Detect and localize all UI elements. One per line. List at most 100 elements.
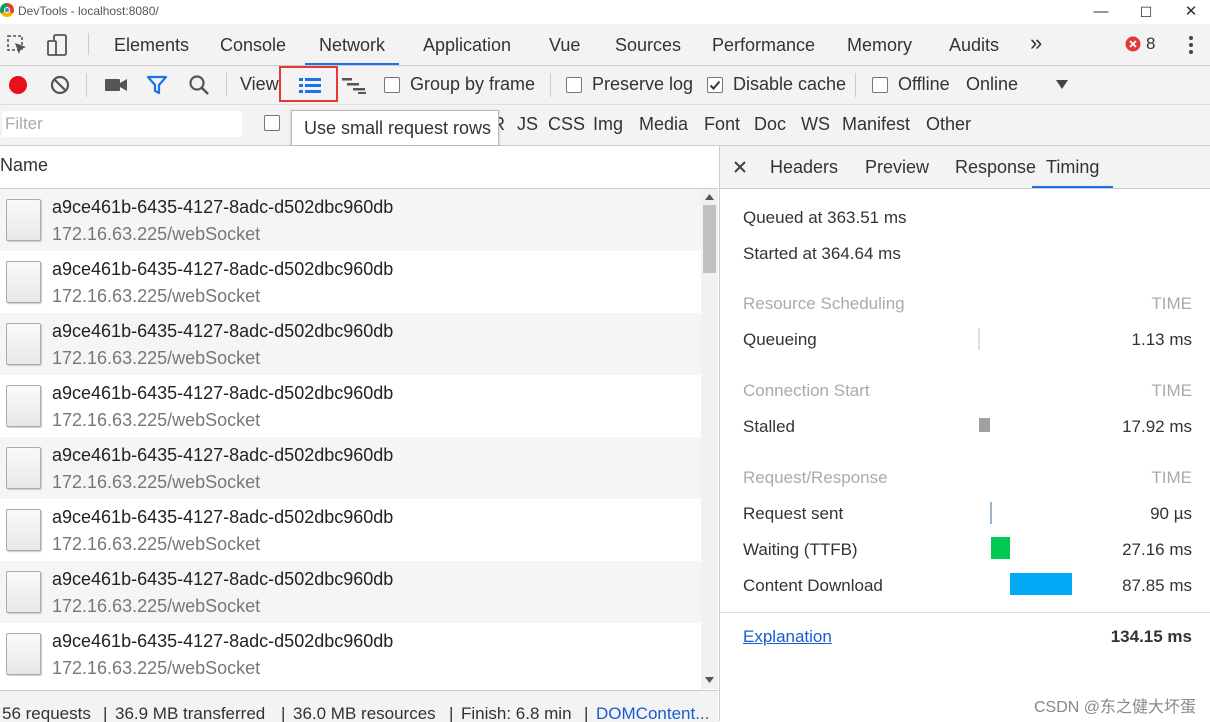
request-path: 172.16.63.225/webSocket: [52, 534, 261, 554]
request-name: a9ce461b-6435-4127-8adc-d502dbc960db: [52, 569, 394, 589]
filter-type-other[interactable]: Other: [926, 114, 971, 135]
scroll-down-arrow-icon[interactable]: [705, 677, 714, 683]
filter-bar: R JS CSS Img Media Font Doc WS Manifest …: [0, 105, 1210, 146]
window-title: DevTools - localhost:8080/: [18, 4, 159, 18]
filter-type-css[interactable]: CSS: [548, 114, 585, 135]
tab-network[interactable]: Network: [305, 24, 400, 65]
filter-input[interactable]: [2, 111, 242, 137]
stalled-label: Stalled: [743, 417, 795, 436]
close-window-button[interactable]: ✕: [1176, 1, 1206, 23]
filter-funnel-icon[interactable]: [146, 75, 168, 95]
divider: [88, 33, 89, 55]
content-download-bar: [1010, 573, 1072, 595]
throttling-select[interactable]: Online: [966, 74, 1018, 95]
filter-type-font[interactable]: Font: [704, 114, 740, 135]
tab-application[interactable]: Application: [423, 24, 511, 65]
request-name: a9ce461b-6435-4127-8adc-d502dbc960db: [52, 383, 394, 403]
device-toolbar-icon[interactable]: [46, 33, 70, 57]
tab-console[interactable]: Console: [220, 24, 286, 65]
status-separator: |: [103, 704, 108, 722]
stalled-bar: [979, 418, 990, 432]
more-tabs-button[interactable]: »: [1030, 24, 1042, 65]
preserve-log-label[interactable]: Preserve log: [592, 74, 693, 95]
tab-elements[interactable]: Elements: [114, 24, 189, 65]
file-icon: [6, 509, 41, 551]
waiting-ttfb-bar: [991, 537, 1010, 559]
group-by-frame-checkbox[interactable]: [384, 77, 400, 93]
tab-performance[interactable]: Performance: [712, 24, 815, 65]
maximize-button[interactable]: ☐: [1131, 1, 1161, 23]
request-row[interactable]: a9ce461b-6435-4127-8adc-d502dbc960db 172…: [0, 313, 701, 375]
scroll-up-arrow-icon[interactable]: [705, 194, 714, 200]
clear-icon[interactable]: [49, 74, 71, 96]
offline-label[interactable]: Offline: [898, 74, 950, 95]
request-path: 172.16.63.225/webSocket: [52, 224, 261, 244]
group-by-frame-label[interactable]: Group by frame: [410, 74, 535, 95]
search-icon[interactable]: [188, 74, 210, 96]
error-icon[interactable]: [1125, 36, 1141, 52]
name-column-header[interactable]: Name: [0, 146, 718, 189]
status-bar: 56 requests | 36.9 MB transferred | 36.0…: [0, 690, 718, 722]
waterfall-overview-icon[interactable]: [341, 75, 367, 95]
filter-type-img[interactable]: Img: [593, 114, 623, 135]
request-name: a9ce461b-6435-4127-8adc-d502dbc960db: [52, 259, 394, 279]
section-request-response: Request/Response: [743, 468, 888, 487]
tab-audits[interactable]: Audits: [949, 24, 999, 65]
request-name: a9ce461b-6435-4127-8adc-d502dbc960db: [52, 321, 394, 341]
tab-vue[interactable]: Vue: [549, 24, 580, 65]
request-row[interactable]: a9ce461b-6435-4127-8adc-d502dbc960db 172…: [0, 623, 701, 685]
filter-type-media[interactable]: Media: [639, 114, 688, 135]
screenshot-camera-icon[interactable]: [104, 76, 128, 94]
content-download-label: Content Download: [743, 576, 883, 595]
request-row[interactable]: a9ce461b-6435-4127-8adc-d502dbc960db 172…: [0, 437, 701, 499]
tab-timing[interactable]: Timing: [1032, 157, 1114, 188]
file-icon: [6, 447, 41, 489]
tab-response[interactable]: Response: [955, 157, 1036, 178]
request-row[interactable]: a9ce461b-6435-4127-8adc-d502dbc960db 172…: [0, 189, 701, 251]
filter-type-js[interactable]: JS: [517, 114, 538, 135]
kebab-menu-icon[interactable]: [1185, 35, 1197, 55]
scrollbar-thumb[interactable]: [703, 205, 716, 273]
filter-type-ws[interactable]: WS: [801, 114, 830, 135]
record-icon[interactable]: [7, 74, 29, 96]
tab-sources[interactable]: Sources: [615, 24, 681, 65]
divider: [720, 612, 1210, 613]
tab-memory[interactable]: Memory: [847, 24, 912, 65]
chrome-logo-icon: [0, 3, 14, 17]
started-at: Started at 364.64 ms: [743, 244, 901, 263]
queueing-bar: [978, 328, 980, 350]
stalled-value: 17.92 ms: [1122, 417, 1192, 436]
request-row[interactable]: a9ce461b-6435-4127-8adc-d502dbc960db 172…: [0, 561, 701, 623]
time-header: TIME: [1151, 294, 1192, 313]
request-row[interactable]: a9ce461b-6435-4127-8adc-d502dbc960db 172…: [0, 251, 701, 313]
tab-headers[interactable]: Headers: [770, 157, 838, 178]
content-download-value: 87.85 ms: [1122, 576, 1192, 595]
request-path: 172.16.63.225/webSocket: [52, 286, 261, 306]
explanation-link[interactable]: Explanation: [743, 627, 832, 647]
section-resource-scheduling: Resource Scheduling: [743, 294, 905, 313]
filter-type-manifest[interactable]: Manifest: [842, 114, 910, 135]
small-request-rows-icon[interactable]: [298, 75, 322, 95]
request-row[interactable]: a9ce461b-6435-4127-8adc-d502dbc960db 172…: [0, 375, 701, 437]
window-title-bar: DevTools - localhost:8080/ — ☐ ✕: [0, 0, 1210, 24]
disable-cache-label[interactable]: Disable cache: [733, 74, 846, 95]
offline-checkbox[interactable]: [872, 77, 888, 93]
close-details-icon[interactable]: [734, 161, 746, 173]
request-name: a9ce461b-6435-4127-8adc-d502dbc960db: [52, 197, 394, 217]
dropdown-arrow-icon[interactable]: [1056, 80, 1068, 90]
devtools-tab-bar: Elements Console Network Application Vue…: [0, 24, 1210, 66]
request-row[interactable]: a9ce461b-6435-4127-8adc-d502dbc960db 172…: [0, 499, 701, 561]
request-path: 172.16.63.225/webSocket: [52, 410, 261, 430]
tab-preview[interactable]: Preview: [865, 157, 929, 178]
queueing-label: Queueing: [743, 330, 817, 349]
error-count[interactable]: 8: [1146, 34, 1155, 54]
file-icon: [6, 385, 41, 427]
hide-data-urls-checkbox[interactable]: [264, 115, 280, 131]
filter-type-doc[interactable]: Doc: [754, 114, 786, 135]
minimize-button[interactable]: —: [1086, 1, 1116, 23]
disable-cache-checkbox[interactable]: [707, 77, 723, 93]
preserve-log-checkbox[interactable]: [566, 77, 582, 93]
inspect-element-icon[interactable]: [6, 34, 28, 56]
queueing-value: 1.13 ms: [1131, 330, 1192, 349]
request-sent-value: 90 µs: [1150, 504, 1192, 523]
